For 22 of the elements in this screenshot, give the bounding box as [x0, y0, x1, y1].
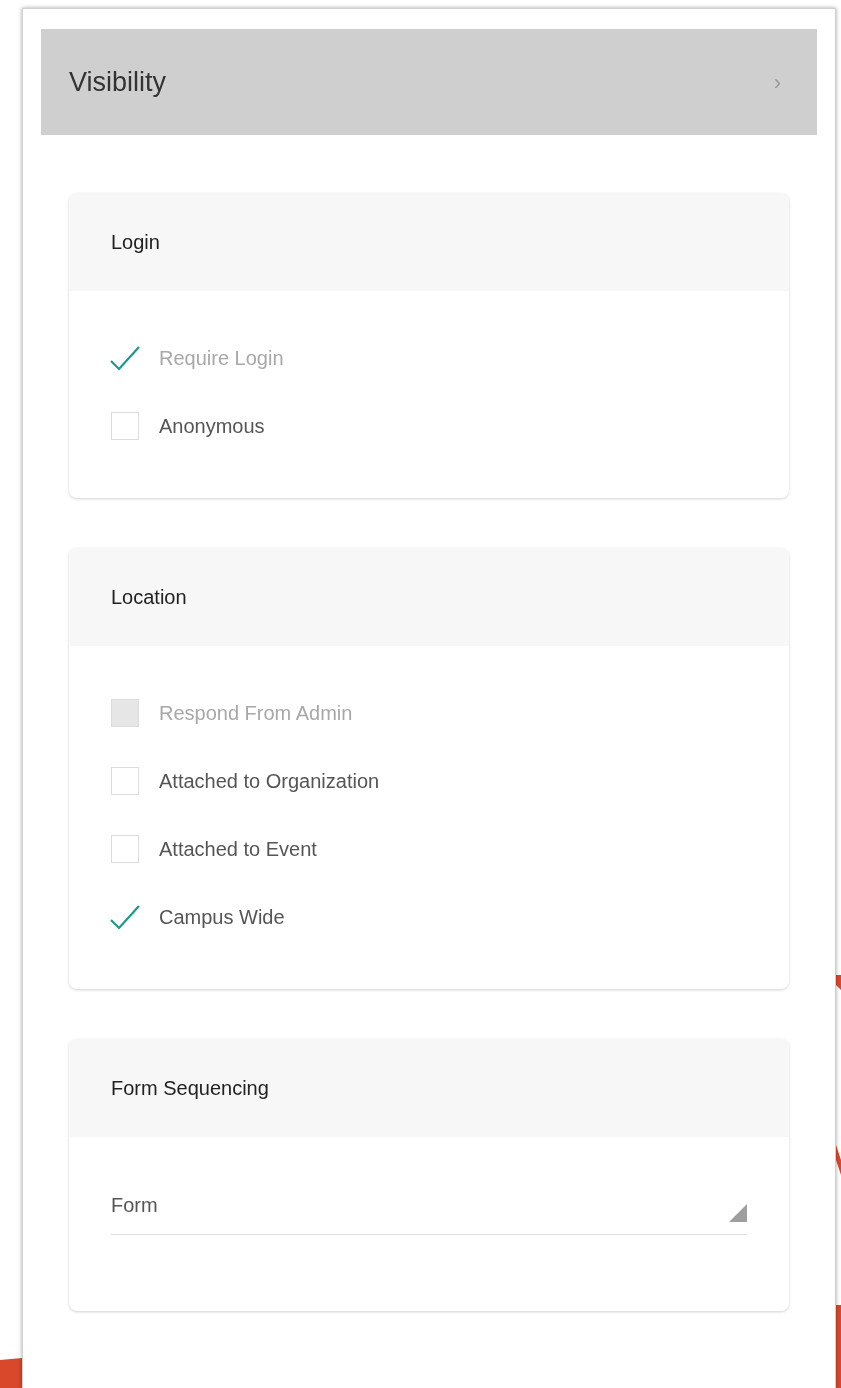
checkbox-label: Attached to Organization [159, 769, 380, 794]
panel-header[interactable]: Visibility › [41, 29, 817, 135]
panel-title: Visibility [69, 65, 167, 99]
background-shape [0, 1358, 22, 1388]
checkmark-icon[interactable] [109, 903, 141, 931]
card-title: Form Sequencing [111, 1076, 269, 1101]
card-title: Login [111, 230, 160, 255]
field-placeholder: Form [111, 1193, 158, 1218]
dropdown-triangle-icon [729, 1204, 747, 1222]
background-shape [836, 1145, 841, 1175]
card-title: Location [111, 585, 187, 610]
checkbox[interactable] [111, 412, 139, 440]
chevron-icon: › [773, 65, 781, 99]
checkbox-label: Anonymous [159, 414, 265, 439]
checkbox-label: Campus Wide [159, 905, 285, 930]
background-shape [836, 975, 841, 990]
checkbox-label: Respond From Admin [159, 701, 353, 726]
checkbox-label: Attached to Event [159, 837, 317, 862]
checkbox[interactable] [111, 767, 139, 795]
select-field[interactable]: Form [111, 1185, 747, 1235]
checkbox-label: Require Login [159, 346, 284, 371]
checkbox[interactable] [111, 835, 139, 863]
